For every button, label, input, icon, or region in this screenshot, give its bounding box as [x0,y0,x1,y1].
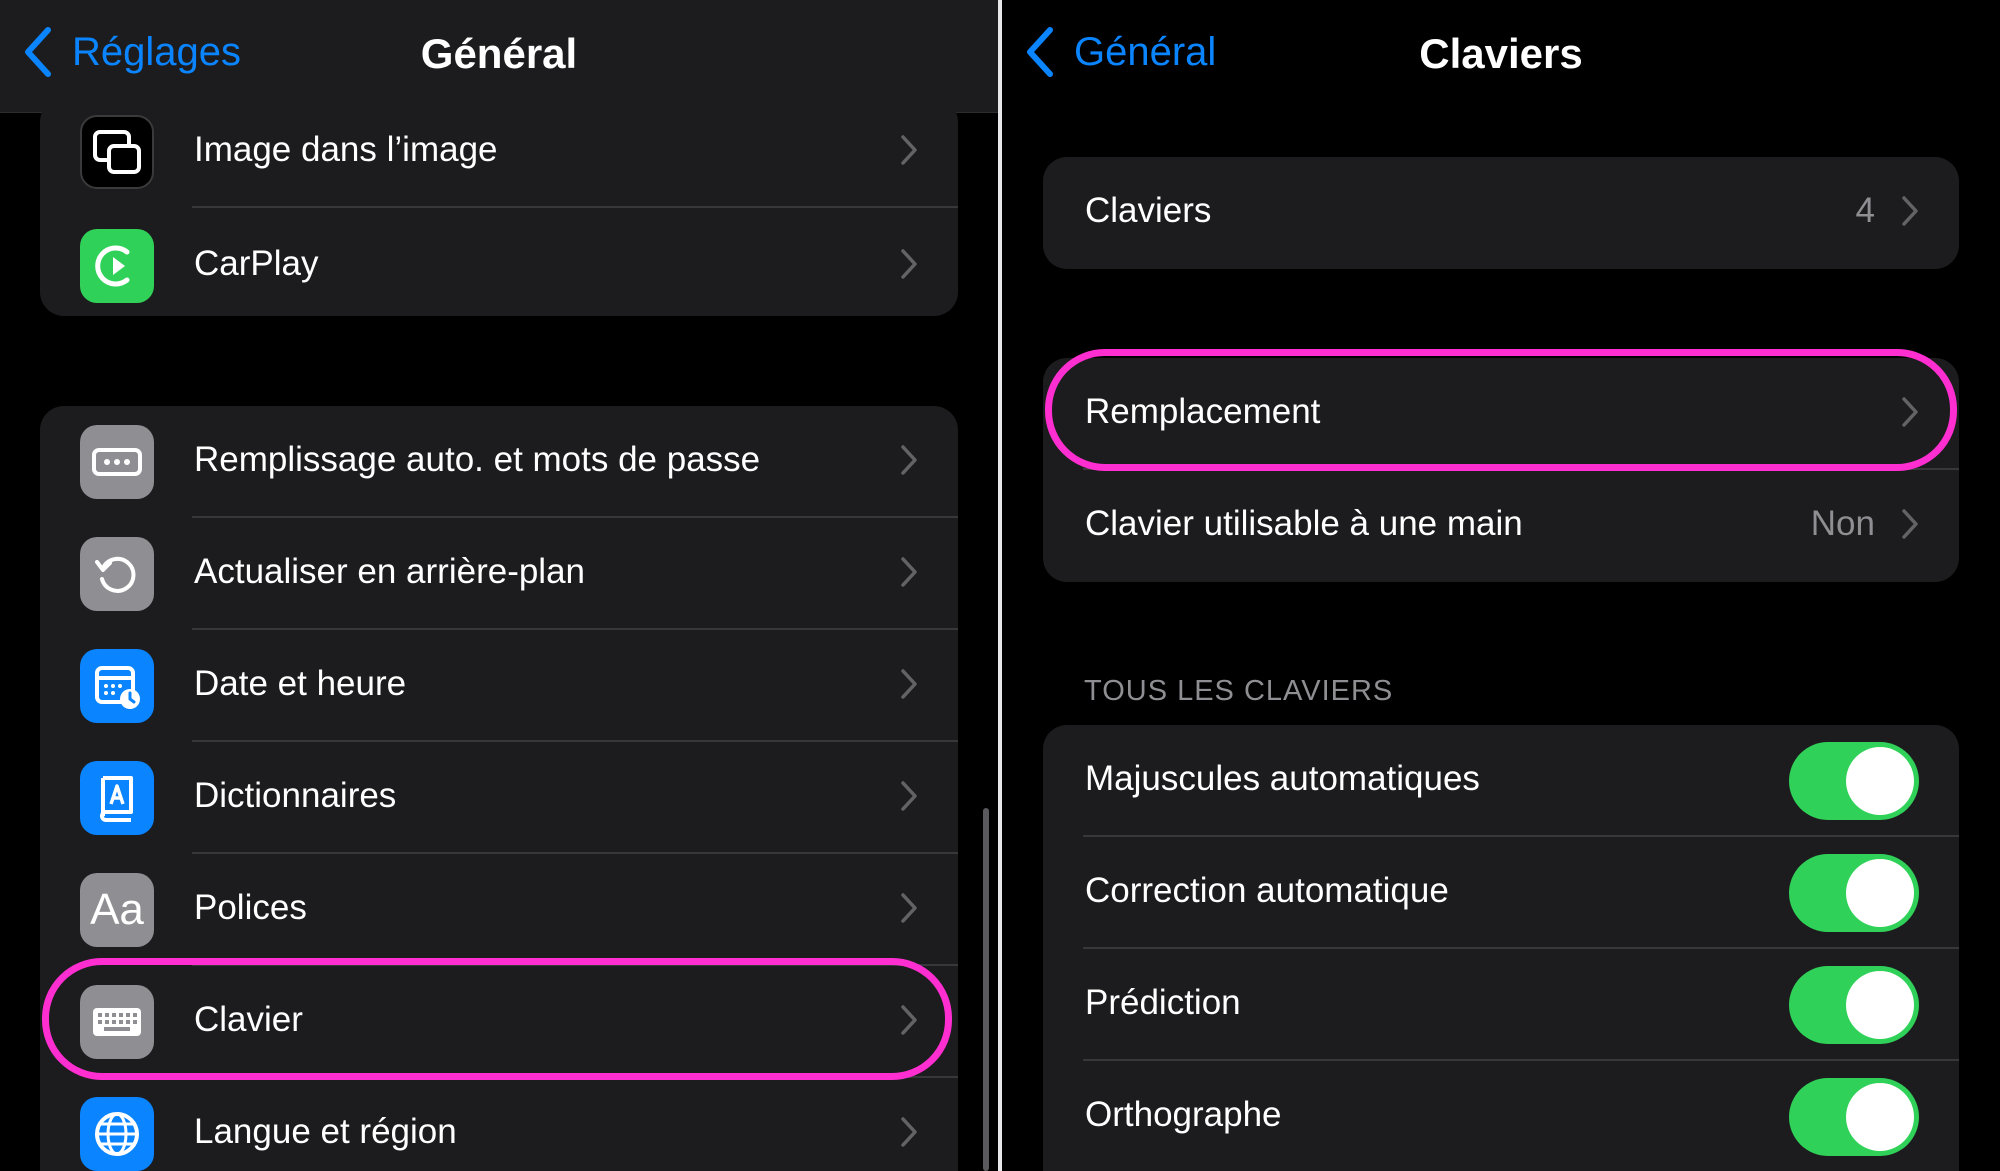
password-dots-icon [80,425,154,499]
row-label: Clavier [194,1000,303,1039]
toggle-knob [1846,971,1914,1039]
row-label: Image dans l’image [194,130,498,169]
nav-bar: Réglages Général [0,0,998,113]
row-label: Majuscules automatiques [1085,759,1480,798]
settings-row-auto-correction: Correction automatique [1043,837,1959,949]
general-settings-panel: Réglages Général Image dans l’image CarP… [0,0,998,1171]
dictionary-icon [80,761,154,835]
row-label: Actualiser en arrière-plan [194,552,586,591]
chevron-right-icon [901,893,917,923]
fonts-icon: Aa [80,873,154,947]
page-title: Général [420,30,578,77]
calendar-clock-icon [80,649,154,723]
toggle-knob [1846,859,1914,927]
chevron-right-icon [901,781,917,811]
auto-correction-toggle[interactable] [1789,854,1919,932]
settings-row-date-time[interactable]: Date et heure [40,630,958,742]
spell-check-toggle[interactable] [1789,1078,1919,1156]
settings-row-dictionaries[interactable]: Dictionnaires [40,742,958,854]
fonts-icon-glyph: Aa [90,885,144,934]
settings-group-display: Image dans l’image CarPlay [40,98,958,316]
keyboards-count: 4 [1855,191,1875,230]
settings-row-fonts[interactable]: Aa Polices [40,854,958,966]
row-label: Polices [194,888,307,927]
keyboard-icon [80,985,154,1059]
toggle-knob [1846,747,1914,815]
row-label: CarPlay [194,244,319,283]
page-title: Claviers [1419,30,1583,77]
settings-group-system: Remplissage auto. et mots de passe Actua… [40,406,958,1171]
row-label: Dictionnaires [194,776,397,815]
settings-row-spell-check: Orthographe [1043,1061,1959,1171]
section-header-all-keyboards: TOUS LES CLAVIERS [1084,675,1394,707]
settings-row-language-region[interactable]: Langue et région [40,1078,958,1171]
chevron-right-icon [901,135,917,165]
chevron-right-icon [901,1117,917,1147]
toggle-knob [1846,1083,1914,1151]
row-label: Clavier utilisable à une main [1085,504,1523,543]
row-separator [192,206,958,208]
settings-group-keyboards: Claviers 4 [1043,157,1959,269]
scrollbar[interactable] [983,808,989,1171]
auto-capitalization-toggle[interactable] [1789,742,1919,820]
settings-row-predictive: Prédiction [1043,949,1959,1061]
settings-group-text: Remplacement Clavier utilisable à une ma… [1043,358,1959,582]
row-label: Claviers [1085,191,1212,230]
picture-in-picture-icon [80,115,154,189]
chevron-right-icon [901,249,917,279]
settings-row-auto-capitalization: Majuscules automatiques [1043,725,1959,837]
row-label: Remplissage auto. et mots de passe [194,440,761,479]
row-label: Correction automatique [1085,871,1449,910]
carplay-icon [80,229,154,303]
chevron-right-icon [901,1005,917,1035]
settings-row-background-refresh[interactable]: Actualiser en arrière-plan [40,518,958,630]
row-label: Orthographe [1085,1095,1282,1134]
row-label: Langue et région [194,1112,457,1151]
row-label: Remplacement [1085,392,1321,431]
nav-bar: Général Claviers [1002,0,2000,112]
settings-row-keyboards[interactable]: Claviers 4 [1043,157,1959,269]
refresh-icon [80,537,154,611]
keyboards-settings-panel: Général Claviers Claviers 4 Remplacement… [1002,0,2000,1171]
one-handed-value: Non [1810,504,1875,543]
settings-row-keyboard[interactable]: Clavier [40,966,958,1078]
chevron-right-icon [901,557,917,587]
chevron-right-icon [1902,509,1918,539]
globe-icon [80,1097,154,1171]
settings-row-autofill[interactable]: Remplissage auto. et mots de passe [40,406,958,518]
row-label: Prédiction [1085,983,1241,1022]
settings-row-pip[interactable]: Image dans l’image [40,98,958,208]
settings-group-all-keyboards: Majuscules automatiques Correction autom… [1043,725,1959,1171]
row-label: Date et heure [194,664,407,703]
settings-row-carplay[interactable]: CarPlay [40,210,958,316]
settings-row-text-replacement[interactable]: Remplacement [1043,358,1959,470]
chevron-right-icon [1902,397,1918,427]
settings-row-one-handed-keyboard[interactable]: Clavier utilisable à une main Non [1043,470,1959,582]
chevron-right-icon [901,445,917,475]
predictive-toggle[interactable] [1789,966,1919,1044]
chevron-right-icon [901,669,917,699]
chevron-right-icon [1902,196,1918,226]
